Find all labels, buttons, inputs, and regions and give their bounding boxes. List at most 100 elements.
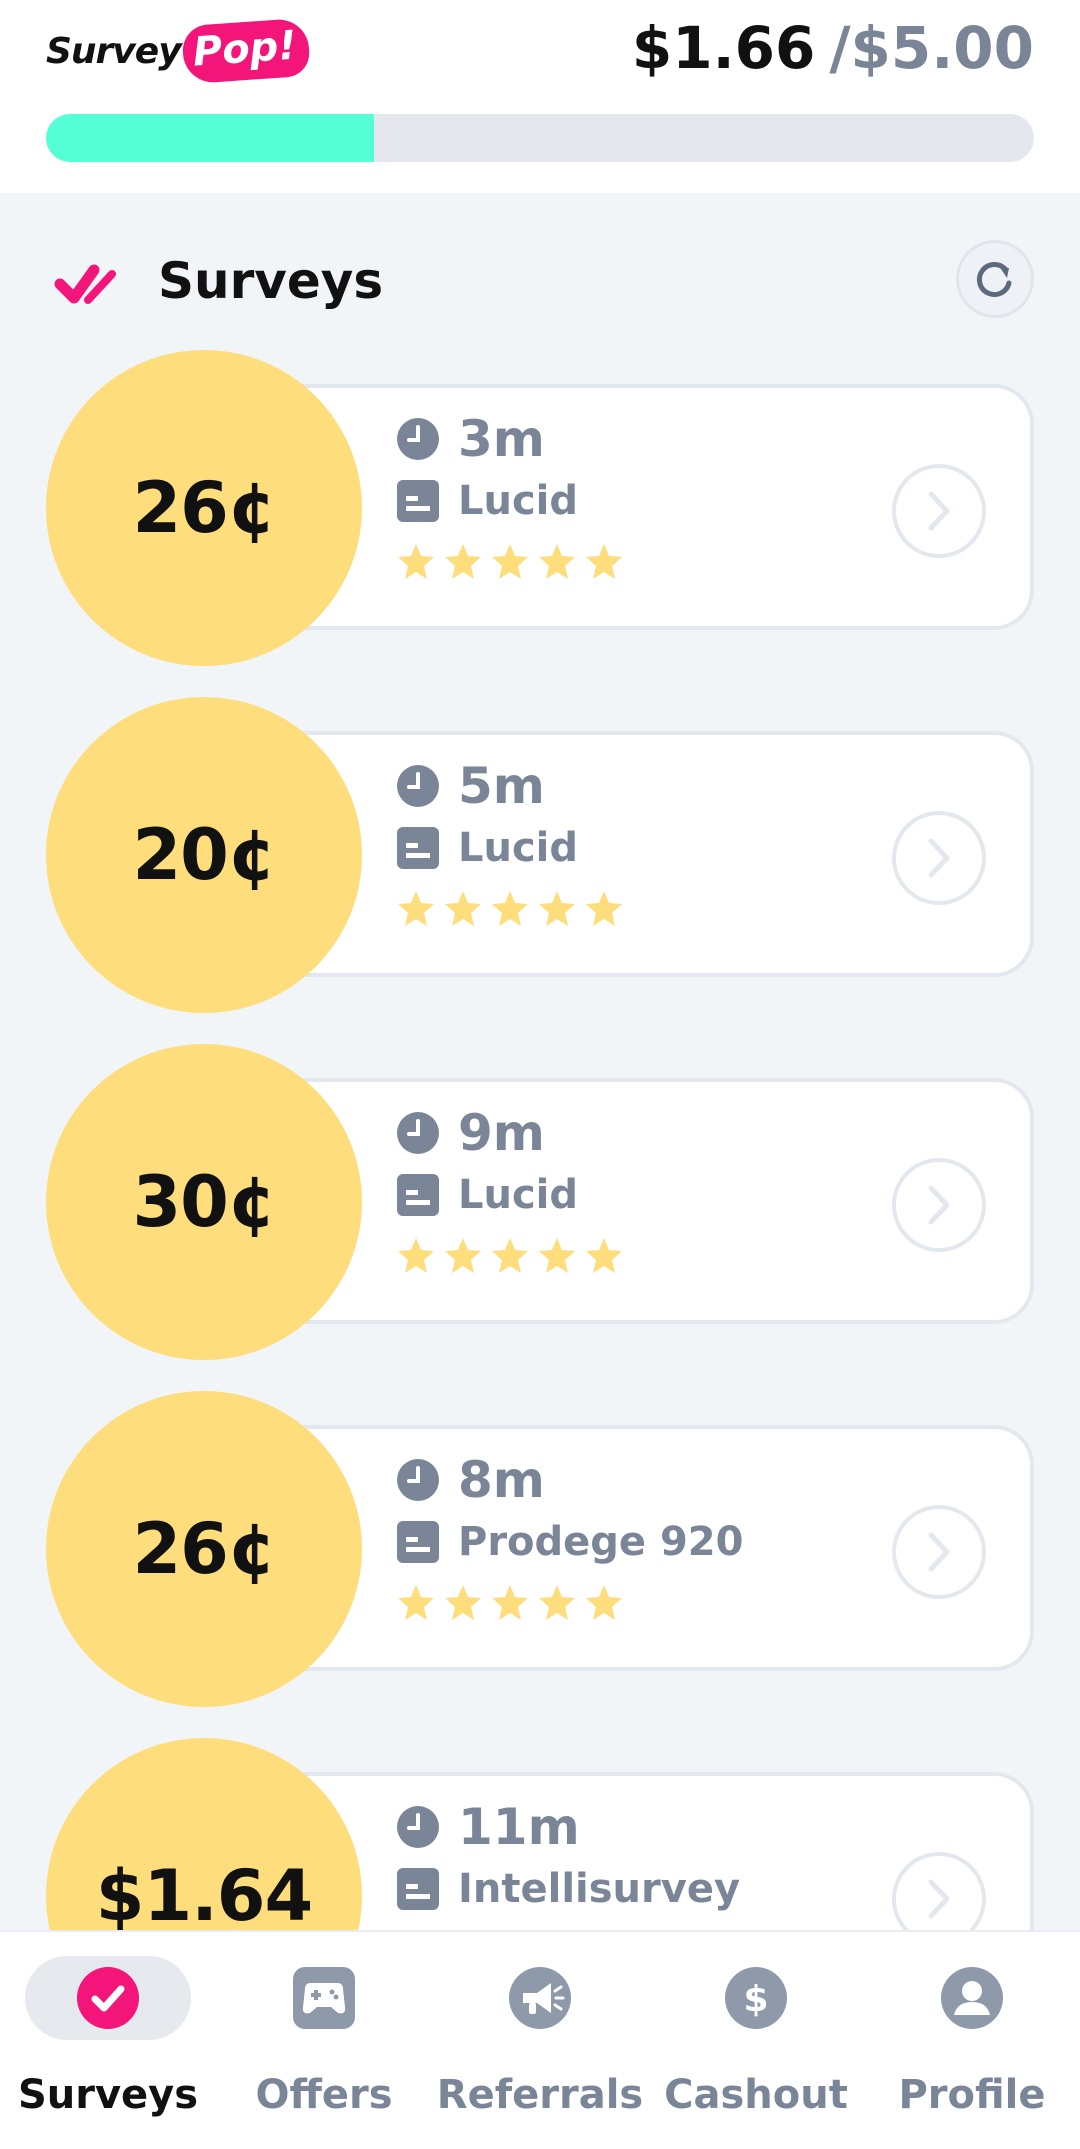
survey-provider: Lucid [396,478,578,524]
star-icon [492,1238,528,1273]
provider-name: Lucid [458,478,579,524]
star-icon [492,891,528,926]
duration-text: 5m [458,757,545,815]
nav-item-offers[interactable]: Offers [216,1932,432,2149]
megaphone-icon [509,1967,571,2029]
app-header: Survey Pop! $1.66/$5.00 [0,0,1080,193]
survey-card[interactable]: 20¢ 5m Lucid [46,697,1034,1013]
refresh-button[interactable] [956,240,1034,318]
survey-card[interactable]: 26¢ 3m Lucid [46,350,1034,666]
reward-coin: 20¢ [46,697,362,1013]
balance-target: /$5.00 [829,14,1034,82]
survey-duration: 3m [396,410,545,468]
balance-current: $1.66 [631,14,816,82]
star-icon [398,544,434,579]
star-icon [445,891,481,926]
survey-provider: Prodege 920 [396,1519,743,1565]
provider-name: Intellisurvey [458,1866,741,1912]
provider-icon [397,1521,439,1563]
svg-text:$: $ [743,1979,768,2020]
open-survey-button[interactable] [892,1505,986,1599]
chevron-right-icon [928,838,950,878]
app-logo: Survey Pop! [46,16,311,86]
provider-icon [397,827,439,869]
check-circle-icon [77,1967,139,2029]
survey-duration: 9m [396,1104,545,1162]
nav-icon-pill [25,1956,191,2040]
provider-name: Lucid [458,1172,579,1218]
logo-pop-badge: Pop! [180,17,311,85]
star-icon [539,544,575,579]
nav-item-referrals[interactable]: Referrals [432,1932,648,2149]
open-survey-button[interactable] [892,1158,986,1252]
chevron-right-icon [928,1532,950,1572]
chevron-right-icon [928,1185,950,1225]
survey-provider: Lucid [396,1172,578,1218]
logo-word: Survey [46,30,182,72]
star-icon [586,1585,622,1620]
nav-item-surveys[interactable]: Surveys [0,1932,216,2149]
survey-duration: 5m [396,757,545,815]
duration-text: 8m [458,1451,545,1509]
star-icon [445,1585,481,1620]
clock-icon [397,765,439,807]
star-icon [445,1238,481,1273]
star-icon [398,1238,434,1273]
nav-label-referrals: Referrals [436,2072,644,2118]
nav-label-cashout: Cashout [664,2072,848,2118]
nav-item-profile[interactable]: Profile [864,1932,1080,2149]
survey-rating [396,542,631,582]
star-icon [398,1585,434,1620]
cashout-progress-bar [46,114,1034,162]
nav-icon-pill [889,1956,1055,2040]
star-icon [586,544,622,579]
clock-icon [397,1112,439,1154]
reward-coin: 30¢ [46,1044,362,1360]
reward-amount: 26¢ [132,467,276,549]
clock-icon [397,1459,439,1501]
star-icon [398,891,434,926]
survey-card[interactable]: 30¢ 9m Lucid [46,1044,1034,1360]
nav-label-surveys: Surveys [17,2072,199,2118]
star-icon [539,1238,575,1273]
chevron-right-icon [928,1879,950,1919]
nav-icon-pill [457,1956,623,2040]
survey-rating [396,1583,631,1623]
clock-icon [397,1806,439,1848]
reward-amount: 30¢ [132,1161,276,1243]
reward-coin: 26¢ [46,1391,362,1707]
star-icon [539,891,575,926]
nav-label-profile: Profile [898,2072,1046,2118]
star-icon [445,544,481,579]
survey-rating [396,889,631,929]
reward-amount: 26¢ [132,1508,276,1590]
refresh-icon [976,262,1012,297]
section-title: Surveys [158,252,384,310]
survey-provider: Intellisurvey [396,1866,740,1912]
reward-amount: 20¢ [132,814,276,896]
reward-amount: $1.64 [95,1855,313,1937]
survey-card[interactable]: 26¢ 8m Prodege 920 [46,1391,1034,1707]
cashout-progress-fill [46,114,375,162]
survey-duration: 11m [396,1798,580,1856]
open-survey-button[interactable] [892,464,986,558]
star-icon [586,1238,622,1273]
nav-item-cashout[interactable]: $ Cashout [648,1932,864,2149]
provider-icon [397,1868,439,1910]
nav-label-offers: Offers [255,2072,393,2118]
duration-text: 11m [458,1798,580,1856]
survey-provider: Lucid [396,825,578,871]
balance-display: $1.66/$5.00 [632,14,1034,82]
duration-text: 3m [458,410,545,468]
dollar-icon: $ [725,1967,787,2029]
check-icon [54,264,116,304]
open-survey-button[interactable] [892,811,986,905]
provider-name: Prodege 920 [458,1519,744,1565]
survey-duration: 8m [396,1451,545,1509]
star-icon [492,1585,528,1620]
bottom-nav: Surveys Offers Referrals $ Cashout Profi… [0,1930,1080,2149]
provider-icon [397,1174,439,1216]
chevron-right-icon [928,491,950,531]
survey-rating [396,1236,631,1276]
gamepad-icon [293,1967,355,2029]
